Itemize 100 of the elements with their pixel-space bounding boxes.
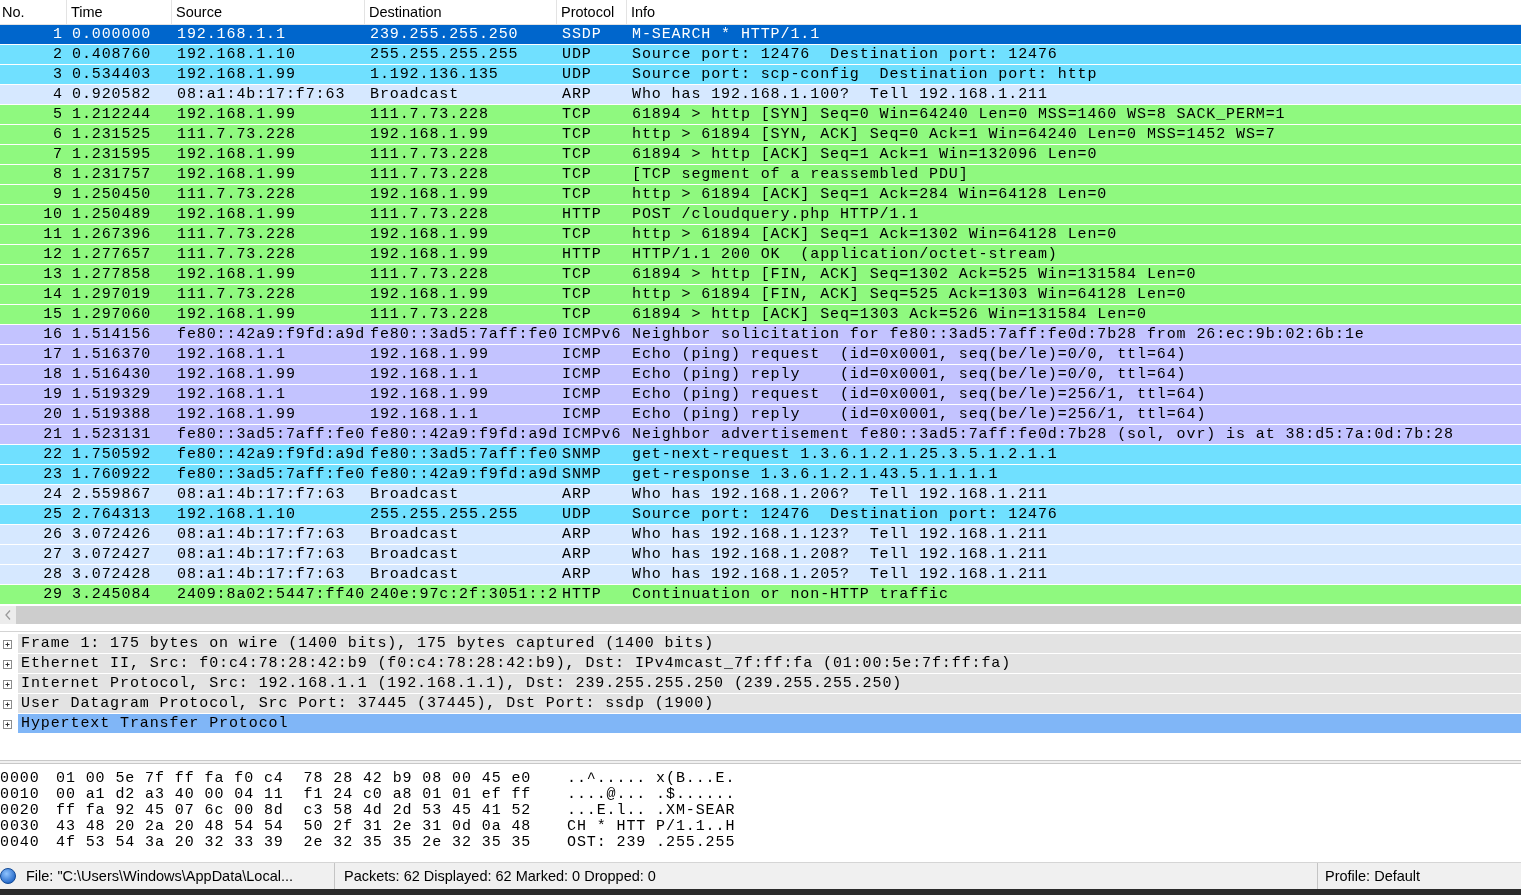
protocol-name: SNMP [561,445,603,464]
protocol-name: TCP [561,125,593,144]
packet-row[interactable]: 15 1.297060 192.168.1.99 111.7.73.228 TCP 61894 > http [ACK] Seq=1303 Ack=526 Win=131584 Len=0 [0,305,1521,325]
protocol-name: ICMP [561,405,603,424]
packet-info: Echo (ping) reply (id=0x0001, seq(be/le)=0/0, ttl=64) [631,365,1188,384]
source-address: 192.168.1.10 [176,45,297,64]
packet-row[interactable]: 1 0.000000 192.168.1.1 239.255.255.250 SSDP M-SEARCH * HTTP/1.1 [0,25,1521,45]
packet-row[interactable]: 24 2.559867 08:a1:4b:17:f7:63 Broadcast ARP Who has 192.168.1.206? Tell 192.168.1.211 [0,485,1521,505]
packet-info: 61894 > http [SYN] Seq=0 Win=64240 Len=0 MSS=1460 WS=8 SACK_PERM=1 [631,105,1287,124]
packet-row[interactable]: 4 0.920582 08:a1:4b:17:f7:63 Broadcast ARP Who has 192.168.1.100? Tell 192.168.1.211 [0,85,1521,105]
destination-address: 192.168.1.1 [369,405,480,424]
packet-row[interactable]: 18 1.516430 192.168.1.99 192.168.1.1 ICMP Echo (ping) reply (id=0x0001, seq(be/le)=0/0, ttl=64) [0,365,1521,385]
packet-info: Who has 192.168.1.123? Tell 192.168.1.211 [631,525,1049,544]
expand-icon[interactable] [3,639,12,649]
packet-row[interactable]: 13 1.277858 192.168.1.99 111.7.73.228 TCP 61894 > http [FIN, ACK] Seq=1302 Ack=525 Win=131584 Len=0 [0,265,1521,285]
source-address: 111.7.73.228 [176,245,297,264]
column-header[interactable]: Time [67,0,172,24]
packet-time: 0.534403 [71,65,153,84]
packet-number: 5 [52,105,64,124]
packet-row[interactable]: 10 1.250489 192.168.1.99 111.7.73.228 HTTP POST /cloudquery.php HTTP/1.1 [0,205,1521,225]
protocol-name: SNMP [561,465,603,484]
packet-time: 1.231525 [71,125,153,144]
packet-time: 3.072426 [71,525,153,544]
packet-time: 1.212244 [71,105,153,124]
column-header[interactable]: Info [627,0,1521,24]
packet-row[interactable]: 17 1.516370 192.168.1.1 192.168.1.99 ICMP Echo (ping) request (id=0x0001, seq(be/le)=0/0, ttl=64) [0,345,1521,365]
packet-number: 24 [42,485,64,504]
packet-info: Neighbor solicitation for fe80::3ad5:7aff:fe0d:7b28 from 26:ec:9b:02:6b:1e [631,325,1366,344]
protocol-name: ICMP [561,365,603,384]
destination-address: 240e:97c:2f:3051::2 [369,585,557,604]
packet-row[interactable]: 11 1.267396 111.7.73.228 192.168.1.99 TCP http > 61894 [ACK] Seq=1 Ack=1302 Win=64128 Len=0 [0,225,1521,245]
packet-row[interactable]: 8 1.231757 192.168.1.99 111.7.73.228 TCP [TCP segment of a reassembled PDU] [0,165,1521,185]
protocol-name: ARP [561,485,593,504]
packet-info: [TCP segment of a reassembled PDU] [631,165,970,184]
packet-row[interactable]: 2 0.408760 192.168.1.10 255.255.255.255 UDP Source port: 12476 Destination port: 12476 [0,45,1521,65]
source-address: 192.168.1.99 [176,305,297,324]
packet-time: 1.231595 [71,145,153,164]
column-header[interactable]: Protocol [557,0,627,24]
packet-time: 1.514156 [71,325,153,344]
destination-address: 192.168.1.99 [369,245,490,264]
packet-info: Who has 192.168.1.100? Tell 192.168.1.211 [631,85,1049,104]
packet-row[interactable]: 23 1.760922 fe80::3ad5:7aff:fe0 fe80::42a9:f9fd:a9d SNMP get-response 1.3.6.1.2.1.43.5.1.1.1.1 [0,465,1521,485]
destination-address: 192.168.1.1 [369,365,480,384]
packet-row[interactable]: 6 1.231525 111.7.73.228 192.168.1.99 TCP http > 61894 [SYN, ACK] Seq=0 Ack=1 Win=64240 Len=0 MSS=1452 WS=7 [0,125,1521,145]
protocol-name: ICMPv6 [561,425,623,444]
packet-row[interactable]: 27 3.072427 08:a1:4b:17:f7:63 Broadcast ARP Who has 192.168.1.208? Tell 192.168.1.211 [0,545,1521,565]
packet-info: M-SEARCH * HTTP/1.1 [631,25,822,44]
packet-row[interactable]: 21 1.523131 fe80::3ad5:7aff:fe0 fe80::42a9:f9fd:a9d ICMPv6 Neighbor advertisement fe80::3ad5:7aff:fe0d:7b28 (sol, ovr) is at 38:d5:7a:0d:7b:28 [0,425,1521,445]
packet-info: Continuation or non-HTTP traffic [631,585,950,604]
packet-row[interactable]: 20 1.519388 192.168.1.99 192.168.1.1 ICMP Echo (ping) reply (id=0x0001, seq(be/le)=256/1, ttl=64) [0,405,1521,425]
packet-row[interactable]: 19 1.519329 192.168.1.1 192.168.1.99 ICMP Echo (ping) request (id=0x0001, seq(be/le)=256/1, ttl=64) [0,385,1521,405]
protocol-name: ICMP [561,385,603,404]
source-address: fe80::3ad5:7aff:fe0 [176,425,365,444]
packet-info: Who has 192.168.1.205? Tell 192.168.1.211 [631,565,1049,584]
packet-number: 6 [52,125,64,144]
source-address: fe80::42a9:f9fd:a9d [176,445,365,464]
protocol-name: ARP [561,525,593,544]
byte-offset: 0010 [0,787,40,803]
source-address: 08:a1:4b:17:f7:63 [176,565,347,584]
packet-row[interactable]: 16 1.514156 fe80::42a9:f9fd:a9d fe80::3ad5:7aff:fe0 ICMPv6 Neighbor solicitation for fe80::3ad5:7aff:fe0d:7b28 from 26:ec:9b:02:6b:1e [0,325,1521,345]
packet-row[interactable]: 9 1.250450 111.7.73.228 192.168.1.99 TCP http > 61894 [ACK] Seq=1 Ack=284 Win=64128 Len=0 [0,185,1521,205]
packet-row[interactable]: 29 3.245084 2409:8a02:5447:ff40 240e:97c:2f:3051::2 HTTP Continuation or non-HTTP traffic [0,585,1521,605]
packet-time: 2.764313 [71,505,153,524]
destination-address: Broadcast [369,545,461,564]
column-header[interactable]: Destination [365,0,557,24]
expand-icon[interactable] [3,699,12,709]
packet-row[interactable]: 12 1.277657 111.7.73.228 192.168.1.99 HTTP HTTP/1.1 200 OK (application/octet-stream) [0,245,1521,265]
destination-address: 192.168.1.99 [369,385,490,404]
packet-row[interactable]: 22 1.750592 fe80::42a9:f9fd:a9d fe80::3ad5:7aff:fe0 SNMP get-next-request 1.3.6.1.2.1.25.3.5.1.2.1.1 [0,445,1521,465]
hex-bytes: ff fa 92 45 07 6c 00 8d c3 58 4d 2d 53 45 41 52 [56,803,532,819]
source-address: 192.168.1.99 [176,205,297,224]
packet-row[interactable]: 26 3.072426 08:a1:4b:17:f7:63 Broadcast ARP Who has 192.168.1.123? Tell 192.168.1.211 [0,525,1521,545]
hex-bytes: 4f 53 54 3a 20 32 33 39 2e 32 35 35 2e 32 35 35 [56,835,532,851]
packet-row[interactable]: 7 1.231595 192.168.1.99 111.7.73.228 TCP 61894 > http [ACK] Seq=1 Ack=1 Win=132096 Len=0 [0,145,1521,165]
packet-number: 25 [42,505,64,524]
packet-time: 1.523131 [71,425,153,444]
profile-status[interactable]: Profile: Default [1325,868,1421,884]
source-address: 192.168.1.99 [176,105,297,124]
packet-row[interactable]: 28 3.072428 08:a1:4b:17:f7:63 Broadcast ARP Who has 192.168.1.205? Tell 192.168.1.211 [0,565,1521,585]
expand-icon[interactable] [3,659,12,669]
packet-row[interactable]: 25 2.764313 192.168.1.10 255.255.255.255 UDP Source port: 12476 Destination port: 12476 [0,505,1521,525]
packet-number: 20 [42,405,64,424]
status-circle-icon[interactable] [0,868,16,884]
source-address: 111.7.73.228 [176,285,297,304]
packet-time: 3.245084 [71,585,153,604]
packet-row[interactable]: 3 0.534403 192.168.1.99 1.192.136.135 UDP Source port: scp-config Destination port: http [0,65,1521,85]
source-address: 192.168.1.99 [176,265,297,284]
expand-icon[interactable] [3,679,12,689]
byte-offset: 0000 [0,771,40,787]
packet-row[interactable]: 5 1.212244 192.168.1.99 111.7.73.228 TCP 61894 > http [SYN] Seq=0 Win=64240 Len=0 MSS=1460 WS=8 SACK_PERM=1 [0,105,1521,125]
expand-icon[interactable] [3,719,12,729]
packet-time: 0.000000 [71,25,153,44]
column-header[interactable]: Source [172,0,365,24]
column-header[interactable]: No. [0,0,67,24]
packet-info: Echo (ping) request (id=0x0001, seq(be/le)=0/0, ttl=64) [631,345,1188,364]
packet-time: 1.750592 [71,445,153,464]
packet-time: 1.297060 [71,305,153,324]
protocol-name: SSDP [561,25,603,44]
packet-row[interactable]: 14 1.297019 111.7.73.228 192.168.1.99 TCP http > 61894 [FIN, ACK] Seq=525 Ack=1303 Win=64128 Len=0 [0,285,1521,305]
packet-number: 7 [52,145,64,164]
